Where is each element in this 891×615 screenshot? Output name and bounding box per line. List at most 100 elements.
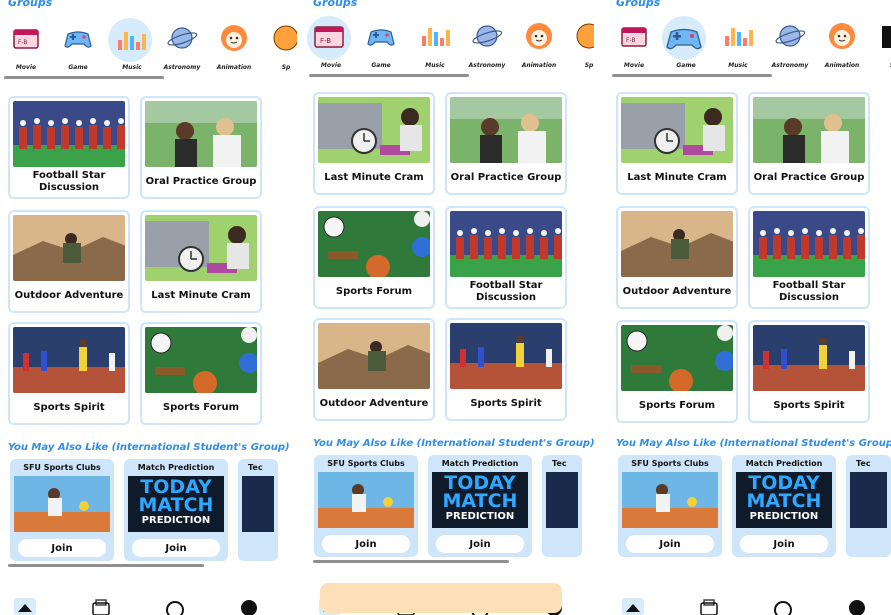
category-row: F-B Movie Game Music Astronomy	[0, 18, 297, 74]
category-movie[interactable]: F-B Movie	[610, 16, 658, 72]
group-card[interactable]: Sports Forum	[140, 322, 262, 425]
card-title: Oral Practice Group	[145, 175, 257, 187]
groups-section-title: Groups	[313, 0, 358, 9]
group-card[interactable]: Sports Spirit	[8, 322, 130, 425]
history-icon[interactable]	[772, 598, 794, 615]
suggestion-scroll-indicator[interactable]	[8, 564, 204, 567]
category-row: F-B Movie Game Music Astronomy	[297, 16, 594, 72]
category-movie[interactable]: F-B Movie	[2, 18, 50, 74]
join-button[interactable]: Join	[132, 539, 220, 557]
oral-practice-image	[753, 97, 865, 163]
group-card[interactable]: Outdoor Adventure	[616, 206, 738, 309]
home-icon[interactable]	[14, 598, 36, 615]
category-scroll-indicator[interactable]	[612, 74, 772, 77]
category-music[interactable]: Music	[714, 16, 762, 72]
group-card[interactable]: Sports Forum	[616, 320, 738, 423]
group-card[interactable]: Football Star Discussion	[445, 206, 567, 309]
home-icon[interactable]	[622, 598, 644, 615]
group-card[interactable]: Last Minute Cram	[616, 92, 738, 195]
category-scroll-indicator[interactable]	[309, 74, 469, 77]
category-music[interactable]: Music	[108, 18, 156, 74]
suggested-group-card[interactable]: Match Prediction TODAY MATCH PREDICTION …	[732, 455, 836, 557]
suggested-card-title: Match Prediction	[441, 459, 519, 468]
profile-icon[interactable]	[238, 598, 260, 615]
suggested-group-card[interactable]: Match Prediction TODAY MATCH PREDICTION …	[124, 459, 228, 561]
category-movie[interactable]: F-B Movie	[307, 16, 355, 72]
suggested-group-card[interactable]: SFU Sports Clubs Join	[618, 455, 722, 557]
tech-image	[546, 472, 578, 528]
outdoor-adventure-image	[318, 323, 430, 389]
join-button[interactable]: Join	[18, 539, 106, 557]
suggested-group-card[interactable]: Tec	[846, 455, 891, 557]
suggested-group-card[interactable]: Match Prediction TODAY MATCH PREDICTION …	[428, 455, 532, 557]
category-scroll-indicator[interactable]	[4, 76, 164, 79]
history-icon[interactable]	[164, 598, 186, 615]
group-card[interactable]: Football Star Discussion	[8, 96, 130, 199]
card-title: Sports Spirit	[773, 399, 845, 411]
category-animation[interactable]: Animation	[515, 16, 563, 72]
group-card[interactable]: Last Minute Cram	[140, 210, 262, 313]
group-card[interactable]: Last Minute Cram	[313, 92, 435, 195]
category-game[interactable]: Game	[662, 16, 710, 72]
category-label: Game	[676, 62, 696, 69]
profile-icon[interactable]	[846, 598, 868, 615]
animation-face-icon	[523, 20, 555, 52]
category-label: Animation	[216, 64, 252, 71]
football-stars-image	[13, 101, 125, 167]
join-button[interactable]: Join	[436, 535, 524, 553]
category-game[interactable]: Game	[54, 18, 102, 74]
category-label: Music	[728, 62, 748, 69]
outdoor-adventure-image	[13, 215, 125, 281]
football-stars-image	[450, 211, 562, 277]
sports-ball-icon	[270, 22, 297, 54]
group-card[interactable]: Outdoor Adventure	[313, 318, 435, 421]
svg-text:F-B: F-B	[320, 37, 331, 45]
suggested-group-card[interactable]: Tec	[542, 455, 582, 557]
category-label: Sp	[281, 64, 291, 71]
group-card[interactable]: Oral Practice Group	[140, 96, 262, 199]
group-card[interactable]: Sports Spirit	[445, 318, 567, 421]
card-title: Sports Forum	[638, 399, 716, 411]
sports-forum-image	[318, 211, 430, 277]
suggested-group-card[interactable]: Tec	[238, 459, 278, 561]
group-card[interactable]: Outdoor Adventure	[8, 210, 130, 313]
join-button[interactable]: Join	[740, 535, 828, 553]
category-music[interactable]: Music	[411, 16, 459, 72]
group-card[interactable]: Football Star Discussion	[748, 206, 870, 309]
category-sports[interactable]: Sp	[262, 18, 297, 74]
groups-icon[interactable]	[698, 598, 720, 615]
category-label: Sp	[584, 62, 594, 69]
suggested-group-card[interactable]: SFU Sports Clubs Join	[10, 459, 114, 561]
join-button[interactable]: Join	[626, 535, 714, 553]
screen-panel-3: Groups F-B Movie Game Music Astronomy An…	[594, 0, 891, 615]
group-card[interactable]: Sports Forum	[313, 206, 435, 309]
create-group-button[interactable]	[320, 583, 562, 613]
groups-icon[interactable]	[90, 598, 112, 615]
category-game[interactable]: Game	[357, 16, 405, 72]
category-animation[interactable]: Animation	[818, 16, 866, 72]
suggested-group-card[interactable]: SFU Sports Clubs Join	[314, 455, 418, 557]
category-sports[interactable]: Sp	[870, 16, 891, 72]
suggested-card-title: SFU Sports Clubs	[327, 459, 405, 468]
group-card[interactable]: Oral Practice Group	[445, 92, 567, 195]
movie-icon: F-B	[307, 16, 351, 60]
last-minute-cram-image	[621, 97, 733, 163]
category-sports[interactable]: Sp	[565, 16, 594, 72]
category-animation[interactable]: Animation	[210, 18, 258, 74]
group-card[interactable]: Oral Practice Group	[748, 92, 870, 195]
football-stars-image	[753, 211, 865, 277]
category-label: Music	[425, 62, 445, 69]
category-astronomy[interactable]: Astronomy	[158, 18, 206, 74]
group-card[interactable]: Sports Spirit	[748, 320, 870, 423]
gamepad-icon	[662, 16, 706, 60]
suggestion-scroll-indicator[interactable]	[313, 560, 509, 563]
card-title: Football Star Discussion	[32, 169, 106, 193]
card-title: Last Minute Cram	[627, 171, 727, 183]
category-astronomy[interactable]: Astronomy	[463, 16, 511, 72]
category-astronomy[interactable]: Astronomy	[766, 16, 814, 72]
join-button[interactable]: Join	[322, 535, 410, 553]
category-label: Movie	[320, 62, 342, 69]
sfu-sports-image	[14, 476, 110, 532]
banner-line: PREDICTION	[445, 511, 515, 522]
card-title: Sports Forum	[335, 285, 413, 297]
